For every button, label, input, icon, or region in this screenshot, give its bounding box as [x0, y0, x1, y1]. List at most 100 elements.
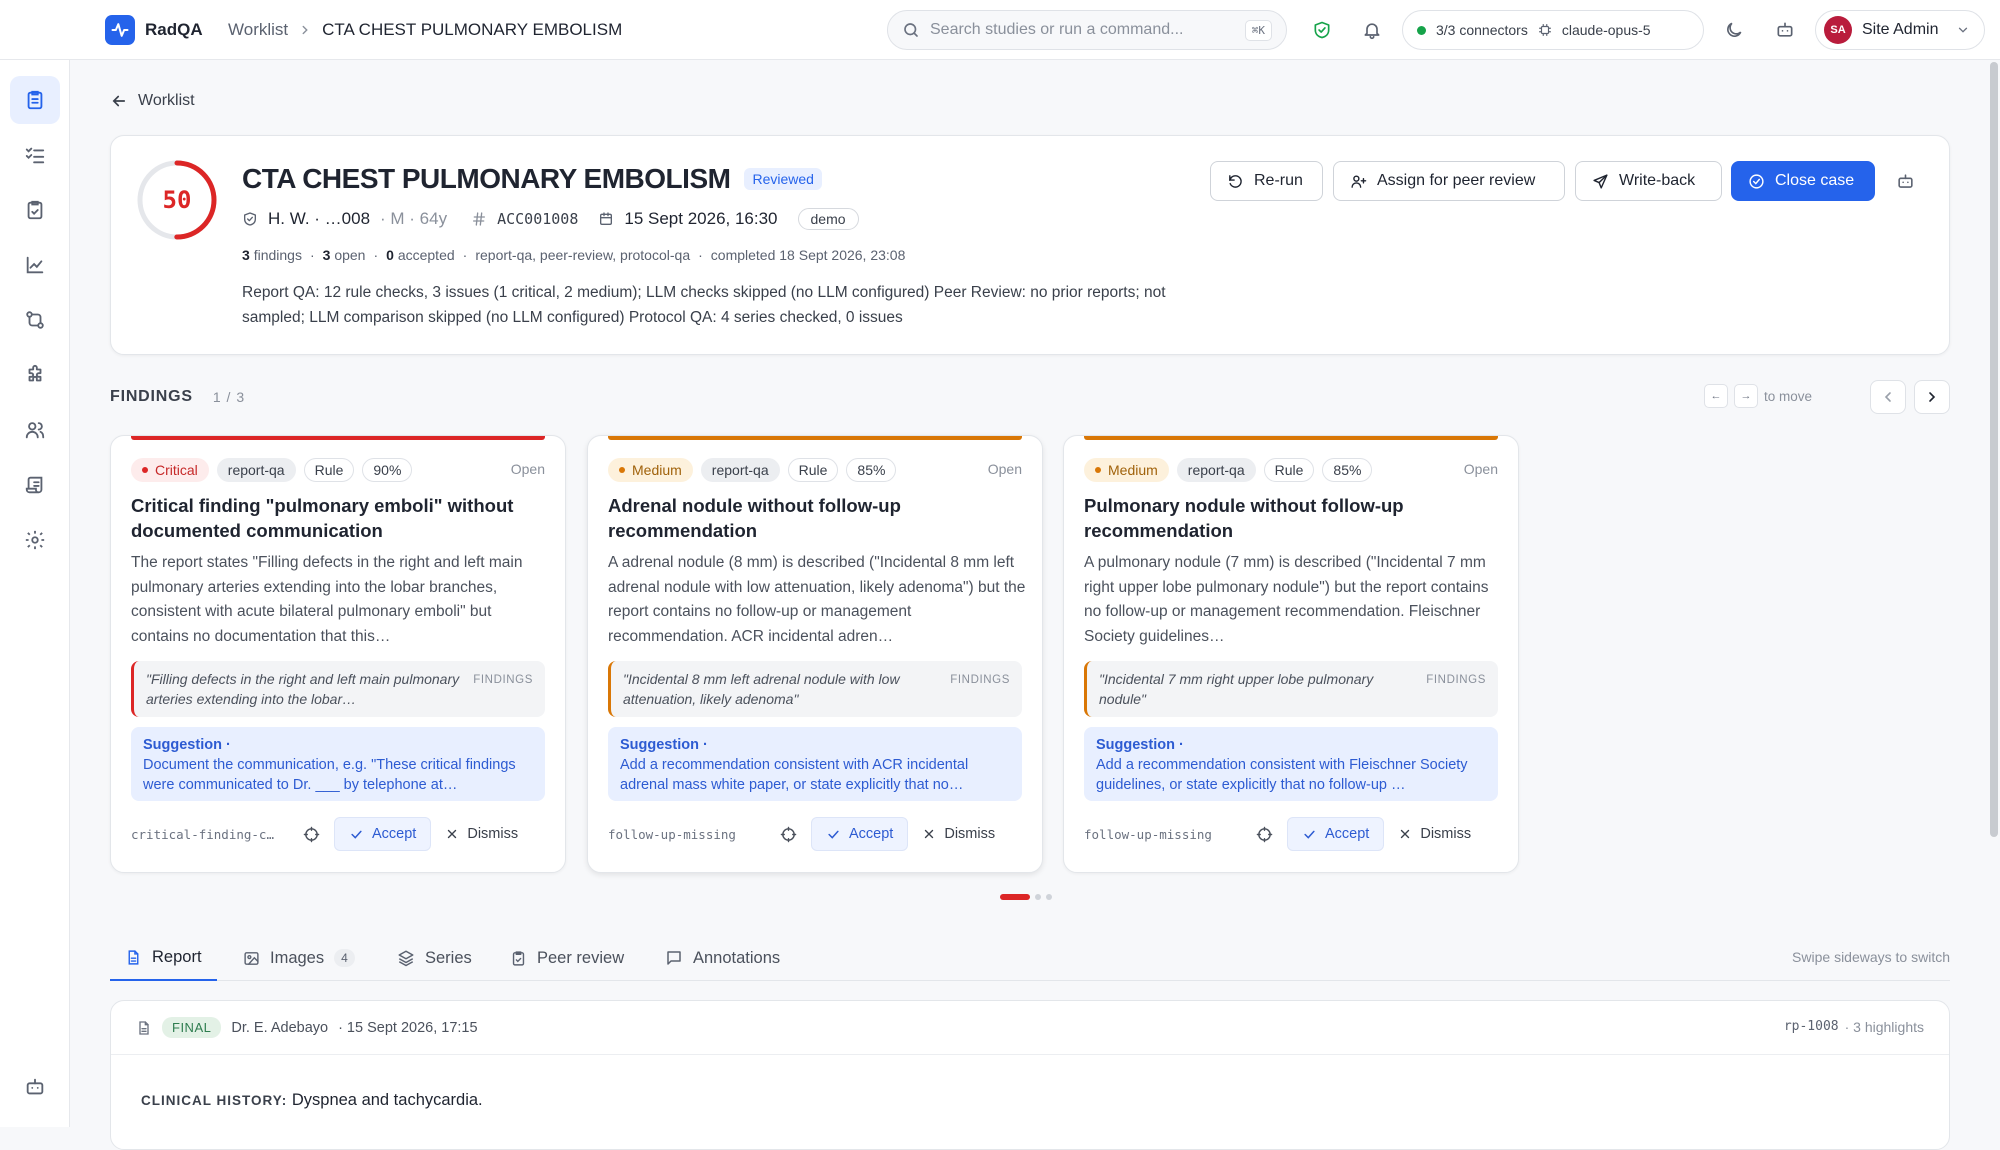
- score-value: 50: [162, 186, 192, 214]
- history-label: CLINICAL HISTORY:: [141, 1093, 288, 1108]
- rerun-label: Re-run: [1254, 172, 1303, 189]
- tab-series[interactable]: Series: [397, 935, 472, 981]
- arrow-left-icon: [112, 95, 126, 107]
- quote-section: FINDINGS: [1426, 674, 1486, 686]
- sidebar-item-audit[interactable]: [10, 461, 60, 509]
- finding-actions: critical-finding-c… Accept Dismiss: [131, 817, 545, 851]
- bot-icon[interactable]: [1893, 169, 1917, 193]
- sidebar-item-worklist[interactable]: [10, 76, 60, 124]
- sidebar-item-assistant[interactable]: [10, 1063, 60, 1111]
- sidebar-item-review[interactable]: [10, 186, 60, 234]
- message-square-icon: [667, 951, 681, 965]
- suggestion-label: Suggestion ·: [620, 737, 708, 753]
- dismiss-button[interactable]: Dismiss: [1398, 826, 1471, 842]
- study-title-row: CTA CHEST PULMONARY EMBOLISM Reviewed: [242, 163, 822, 195]
- accept-button[interactable]: Accept: [1287, 817, 1385, 851]
- rule-id: follow-up-missing: [608, 826, 736, 842]
- bot-icon[interactable]: [1773, 18, 1797, 42]
- close-case-button[interactable]: Close case: [1731, 161, 1875, 201]
- finding-card[interactable]: Critical report-qa Rule 90% Open Critical fin…: [110, 435, 566, 873]
- cpu-icon: [1539, 24, 1551, 36]
- user-menu[interactable]: SA Site Admin: [1815, 10, 1985, 50]
- finding-card[interactable]: Medium report-qa Rule 85% Open Adrenal nodule…: [587, 435, 1043, 873]
- tab-peer-review[interactable]: Peer review: [510, 935, 624, 981]
- suggestion-text: Add a recommendation consistent with ACR…: [620, 757, 969, 793]
- dismiss-label: Dismiss: [467, 826, 519, 842]
- command-search[interactable]: ⌘K: [887, 10, 1287, 50]
- report-highlights: · 3 highlights: [1844, 1019, 1924, 1035]
- tab-peer-review-label: Peer review: [537, 948, 625, 967]
- source-badge: report-qa: [700, 458, 780, 482]
- sidebar-item-users[interactable]: [10, 406, 60, 454]
- suggestion-text: Document the communication, e.g. "These …: [143, 757, 516, 793]
- dismiss-button[interactable]: Dismiss: [922, 826, 995, 842]
- report-clinical-history: CLINICAL HISTORY: Dyspnea and tachycardi…: [141, 1091, 483, 1110]
- finding-card[interactable]: Medium report-qa Rule 85% Open Pulmonary nodu…: [1063, 435, 1519, 873]
- status-badge: Reviewed: [744, 168, 822, 190]
- accepted-label: accepted: [397, 247, 455, 263]
- activity-icon: [111, 23, 129, 37]
- search-input[interactable]: [930, 21, 1235, 39]
- hash-icon: [473, 212, 486, 226]
- tab-images-label: Images: [270, 948, 325, 967]
- findings-position: 1 / 3: [212, 389, 246, 405]
- report-panel: FINAL Dr. E. Adebayo · 15 Sept 2026, 17:…: [110, 1000, 1950, 1150]
- breadcrumb-worklist[interactable]: Worklist: [228, 20, 288, 40]
- app-brand[interactable]: RadQA: [145, 20, 203, 40]
- connector-status[interactable]: 3/3 connectors claude-opus-5: [1402, 10, 1704, 50]
- finding-quote[interactable]: "Filling defects in the right and left m…: [131, 661, 545, 717]
- confidence-badge: 85%: [846, 458, 897, 482]
- tab-report[interactable]: Report: [110, 935, 217, 981]
- accession-number[interactable]: ACC001008: [497, 210, 578, 228]
- back-link[interactable]: Worklist: [110, 92, 195, 110]
- sidebar-item-checklist[interactable]: [10, 131, 60, 179]
- compare-icon: [26, 311, 44, 329]
- bell-icon[interactable]: [1360, 18, 1384, 42]
- send-icon: [1593, 173, 1608, 189]
- breadcrumb: Worklist CTA CHEST PULMONARY EMBOLISM: [228, 20, 622, 40]
- next-finding-button[interactable]: [1914, 380, 1950, 414]
- history-text: Dyspnea and tachycardia.: [291, 1091, 483, 1109]
- sidebar-item-settings[interactable]: [10, 516, 60, 564]
- assign-peer-review-button[interactable]: Assign for peer review: [1333, 161, 1565, 201]
- prev-finding-button[interactable]: [1870, 380, 1906, 414]
- locate-button[interactable]: [1256, 826, 1273, 843]
- study-tag: demo: [797, 208, 859, 230]
- shield-check-icon[interactable]: [1310, 18, 1334, 42]
- finding-quote[interactable]: "Incidental 8 mm left adrenal nodule wit…: [608, 661, 1022, 717]
- finding-status: Open: [987, 461, 1022, 477]
- tab-annotations-label: Annotations: [693, 948, 781, 967]
- finding-quote[interactable]: "Incidental 7 mm right upper lobe pulmon…: [1084, 661, 1498, 717]
- findings-title: FINDINGS: [110, 388, 193, 405]
- sidebar-item-integrations[interactable]: [10, 351, 60, 399]
- sidebar-item-compare[interactable]: [10, 296, 60, 344]
- finding-status: Open: [510, 461, 545, 477]
- findings-heading: FINDINGS 1 / 3: [110, 388, 245, 406]
- assign-label: Assign for peer review: [1377, 172, 1536, 189]
- locate-button[interactable]: [780, 826, 797, 843]
- accept-button[interactable]: Accept: [811, 817, 909, 851]
- check-icon: [1304, 830, 1315, 839]
- rerun-button[interactable]: Re-run: [1210, 161, 1323, 201]
- carousel-dot[interactable]: [1046, 894, 1052, 900]
- write-back-button[interactable]: Write-back: [1575, 161, 1722, 201]
- finding-title: Critical finding "pulmonary emboli" with…: [131, 495, 514, 541]
- accept-button[interactable]: Accept: [334, 817, 432, 851]
- tab-annotations[interactable]: Annotations: [665, 935, 780, 981]
- scrollbar[interactable]: [1990, 62, 1998, 837]
- finding-description: The report states "Filling defects in th…: [131, 554, 523, 645]
- quote-text: "Incidental 7 mm right upper lobe pulmon…: [1099, 671, 1374, 707]
- app-logo[interactable]: [105, 15, 135, 45]
- sidebar-item-analytics[interactable]: [10, 241, 60, 289]
- quote-text: "Incidental 8 mm left adrenal nodule wit…: [623, 671, 900, 707]
- tab-images[interactable]: Images 4: [243, 935, 355, 981]
- accepted-count: 0: [386, 247, 394, 263]
- moon-icon[interactable]: [1722, 18, 1746, 42]
- chevron-left-icon: [1884, 392, 1891, 402]
- carousel-dot[interactable]: [1035, 894, 1041, 900]
- move-hint: to move: [1763, 388, 1812, 404]
- dismiss-button[interactable]: Dismiss: [445, 826, 518, 842]
- status-dot: [1417, 25, 1426, 35]
- locate-button[interactable]: [303, 826, 320, 843]
- carousel-dot[interactable]: [1000, 894, 1030, 900]
